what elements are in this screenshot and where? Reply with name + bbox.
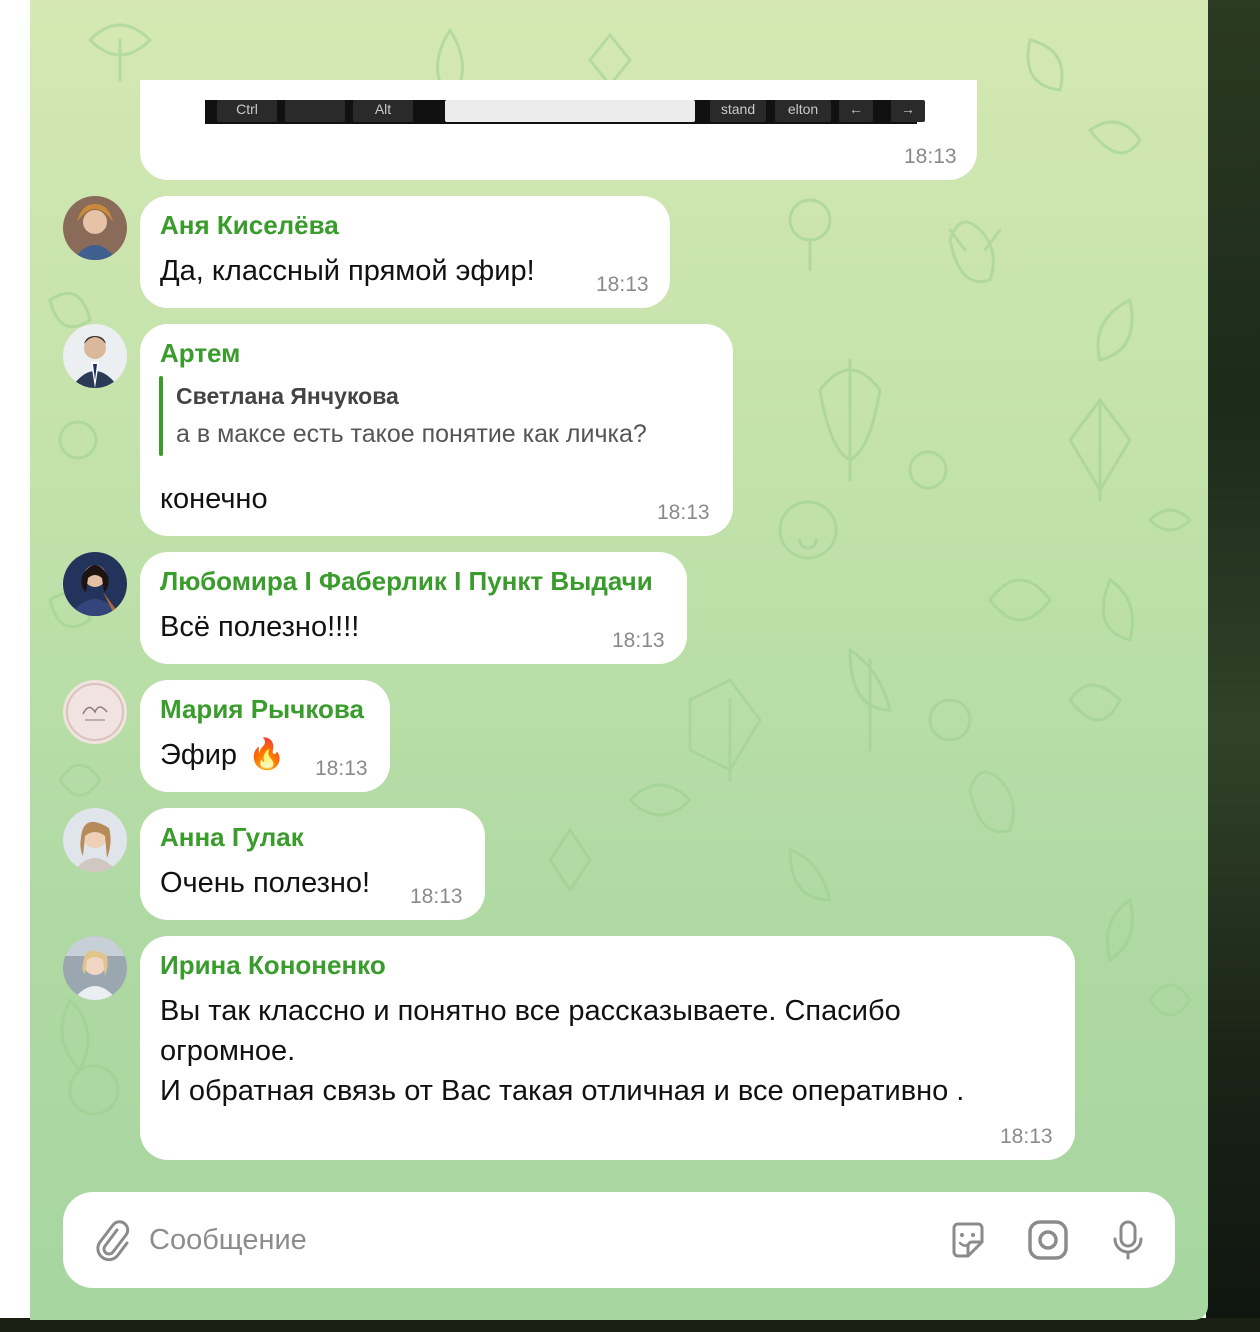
message-time: 18:13 xyxy=(612,629,665,652)
message-input[interactable] xyxy=(149,1220,909,1260)
keyboard-key xyxy=(285,100,345,122)
keyboard-key: ← xyxy=(839,100,873,122)
message-text-line: И обратная связь от Вас такая отличная и… xyxy=(160,1075,965,1107)
reply-text[interactable]: а в максе есть такое понятие как личка? xyxy=(176,420,647,449)
sender-name[interactable]: Мария Рычкова xyxy=(160,694,364,725)
sender-name[interactable]: Аня Киселёва xyxy=(160,210,339,241)
paperclip-icon[interactable] xyxy=(89,1218,133,1262)
keyboard-key: elton xyxy=(775,100,831,122)
message-text: Очень полезно! xyxy=(160,867,371,899)
message-text: Всё полезно!!!! xyxy=(160,611,360,643)
message-text-line: Вы так классно и понятно все рассказывае… xyxy=(160,995,901,1027)
keyboard-key: → xyxy=(891,100,925,122)
fire-emoji: 🔥 xyxy=(248,738,286,771)
sender-name[interactable]: Анна Гулак xyxy=(160,822,304,853)
message-composer xyxy=(63,1192,1175,1288)
message-time: 18:13 xyxy=(410,885,463,908)
avatar[interactable] xyxy=(63,324,127,388)
keyboard-image-preview[interactable]: Ctrl Alt stand elton ← → xyxy=(205,100,925,124)
microphone-icon[interactable] xyxy=(1106,1218,1150,1262)
message-time: 18:13 xyxy=(1000,1125,1053,1148)
keyboard-key: Ctrl xyxy=(217,100,277,122)
sender-name[interactable]: Любомира I Фаберлик I Пункт Выдачи xyxy=(160,566,653,597)
message-text: конечно xyxy=(160,483,268,515)
message-text: Эфир xyxy=(160,739,238,771)
chat-window: 18:13 Ctrl Alt stand elton ← → Аня Кисел… xyxy=(30,0,1208,1320)
keyboard-key: stand xyxy=(710,100,766,122)
message-time: 18:13 xyxy=(596,273,649,296)
message-time: 18:13 xyxy=(657,501,710,524)
message-bubble[interactable]: Ирина Кононенко Вы так классно и понятно… xyxy=(140,936,1075,1160)
reply-quote-bar xyxy=(159,376,163,456)
avatar[interactable] xyxy=(63,196,127,260)
camera-icon[interactable] xyxy=(1026,1218,1070,1262)
avatar[interactable] xyxy=(63,936,127,1000)
message-text: Да, классный прямой эфир! xyxy=(160,255,535,287)
keyboard-spacebar xyxy=(445,100,695,122)
message-bubble[interactable]: Анна Гулак Очень полезно! 18:13 xyxy=(140,808,485,920)
desktop-taskbar-edge xyxy=(0,1318,1260,1332)
keyboard-key: Alt xyxy=(353,100,413,122)
reply-sender-name[interactable]: Светлана Янчукова xyxy=(176,383,399,410)
image-message-bubble[interactable]: 18:13 xyxy=(140,80,977,180)
sender-name[interactable]: Ирина Кононенко xyxy=(160,950,386,981)
message-time: 18:13 xyxy=(315,757,368,780)
message-bubble[interactable]: Аня Киселёва Да, классный прямой эфир! 1… xyxy=(140,196,670,308)
message-text-line: огромное. xyxy=(160,1035,296,1067)
avatar[interactable] xyxy=(63,680,127,744)
avatar[interactable] xyxy=(63,808,127,872)
sender-name[interactable]: Артем xyxy=(160,338,240,369)
message-bubble[interactable]: Артем Светлана Янчукова а в максе есть т… xyxy=(140,324,733,536)
avatar[interactable] xyxy=(63,552,127,616)
message-bubble[interactable]: Любомира I Фаберлик I Пункт Выдачи Всё п… xyxy=(140,552,687,664)
message-time: 18:13 xyxy=(904,145,957,168)
message-bubble[interactable]: Мария Рычкова Эфир 🔥 18:13 xyxy=(140,680,390,792)
desktop-wallpaper-edge xyxy=(1206,0,1260,1332)
sticker-icon[interactable] xyxy=(946,1218,990,1262)
